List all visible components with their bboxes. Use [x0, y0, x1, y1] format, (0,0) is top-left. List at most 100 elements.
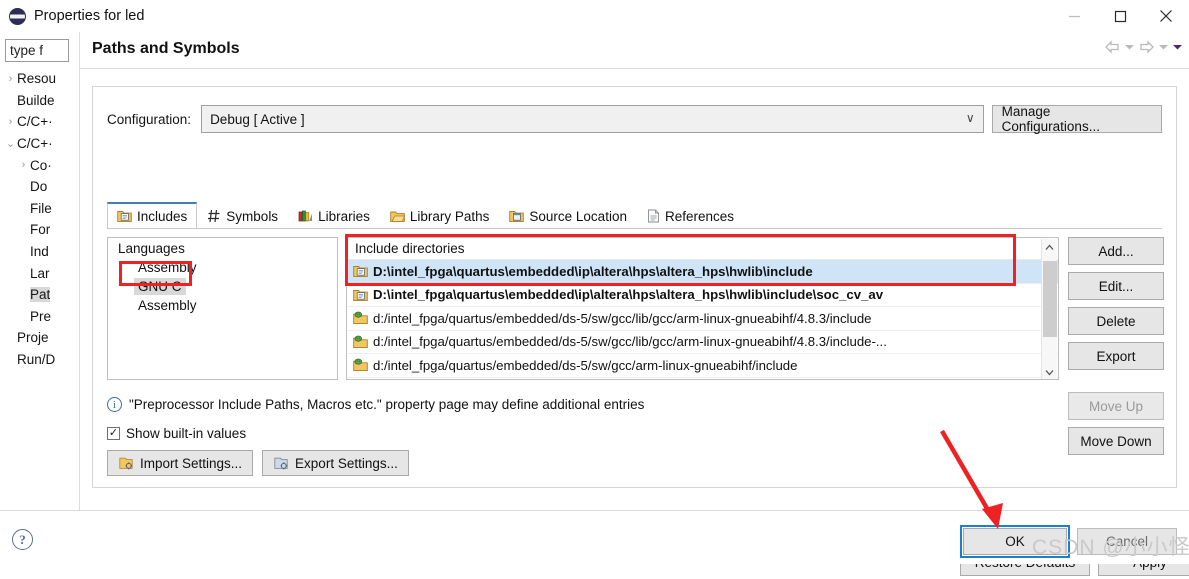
- sidebar-item-pat[interactable]: Pat: [0, 284, 79, 306]
- include-folder-icon: [117, 209, 132, 223]
- sidebar-item-label: Proje: [17, 330, 49, 346]
- sidebar-item-label: C/C+·: [17, 114, 53, 130]
- maximize-icon[interactable]: [1097, 0, 1143, 32]
- configuration-select[interactable]: Debug [ Active ] ∨: [201, 105, 984, 133]
- back-arrow-icon[interactable]: [1104, 40, 1121, 54]
- page-title: Paths and Symbols: [92, 40, 240, 57]
- include-directory-path: d:/intel_fpga/quartus/embedded/ds-5/sw/g…: [373, 310, 872, 326]
- back-dropdown-chevron-down-icon[interactable]: [1124, 43, 1135, 51]
- forward-dropdown-chevron-down-icon[interactable]: [1158, 43, 1169, 51]
- tab-source-location[interactable]: Source Location: [499, 203, 637, 229]
- sidebar-item-builde[interactable]: Builde: [0, 90, 79, 112]
- help-icon[interactable]: ?: [12, 529, 33, 550]
- tab-bar-divider: [107, 228, 1162, 229]
- sidebar-item-label: File: [30, 200, 52, 216]
- sidebar-item-label: For: [30, 222, 51, 238]
- reference-page-icon: [647, 209, 660, 223]
- builtin-folder-icon: [353, 311, 368, 325]
- import-icon: [118, 456, 134, 471]
- sidebar-item-c-c[interactable]: ⌄ C/C+·: [0, 133, 79, 155]
- include-list-vertical-scrollbar[interactable]: [1041, 239, 1057, 379]
- sidebar-item-do[interactable]: Do: [0, 176, 79, 198]
- panel-nav-icons: [1104, 40, 1183, 54]
- include-directories-list[interactable]: Include directories D:\intel_fpga\quartu…: [346, 237, 1059, 380]
- tab-label: Source Location: [529, 208, 627, 224]
- include-directory-row[interactable]: D:\intel_fpga\quartus\embedded\ip\altera…: [347, 284, 1058, 307]
- language-item[interactable]: GNU C: [108, 277, 337, 296]
- include-folder-icon: [353, 264, 368, 278]
- minimize-icon[interactable]: [1051, 0, 1097, 32]
- tab-label: Symbols: [226, 208, 279, 224]
- close-icon[interactable]: [1143, 0, 1189, 32]
- ok-button-focus-ring: [960, 525, 1070, 558]
- tab-references[interactable]: References: [637, 203, 744, 229]
- sidebar-item-co[interactable]: › Co·: [0, 154, 79, 176]
- include-directory-row[interactable]: d:/intel_fpga/quartus/embedded/ds-5/sw/g…: [347, 354, 1058, 378]
- sidebar-item-for[interactable]: For: [0, 219, 79, 241]
- delete-button[interactable]: Delete: [1068, 307, 1164, 335]
- chevron-right-icon[interactable]: ›: [4, 116, 17, 128]
- sidebar-item-resou[interactable]: › Resou: [0, 68, 79, 90]
- settings-sidebar: type f › Resou Builde › C/C+· ⌄ C/C+· › Co· Do Fil…: [0, 32, 79, 535]
- info-text: "Preprocessor Include Paths, Macros etc.…: [129, 397, 645, 412]
- tab-symbols[interactable]: Symbols: [197, 203, 288, 229]
- forward-arrow-icon[interactable]: [1138, 40, 1155, 54]
- include-directory-path: d:/intel_fpga/quartus/embedded/ds-5/sw/g…: [373, 357, 798, 373]
- info-icon: i: [107, 397, 122, 412]
- chevron-down-icon[interactable]: ⌄: [4, 137, 17, 150]
- show-builtin-values-label: Show built-in values: [126, 426, 247, 441]
- export-button[interactable]: Export: [1068, 342, 1164, 370]
- include-directory-row[interactable]: D:\intel_fpga\quartus\embedded\ip\altera…: [347, 260, 1058, 284]
- language-item-label: Assembly: [138, 298, 197, 313]
- sidebar-item-pre[interactable]: Pre: [0, 306, 79, 328]
- show-builtin-values-checkbox[interactable]: ✓ Show built-in values: [107, 426, 246, 441]
- language-item[interactable]: Assembly: [108, 258, 337, 277]
- chevron-right-icon[interactable]: ›: [4, 73, 17, 85]
- sidebar-item-file[interactable]: File: [0, 198, 79, 220]
- scroll-up-icon[interactable]: [1042, 239, 1057, 255]
- move-down-button[interactable]: Move Down: [1068, 427, 1164, 455]
- hash-icon: [207, 209, 221, 223]
- sidebar-item-label: Resou: [17, 71, 57, 87]
- configuration-row: Configuration: Debug [ Active ] ∨ Manage…: [107, 104, 1162, 134]
- language-item[interactable]: Assembly: [108, 296, 337, 315]
- filter-input[interactable]: type f: [5, 39, 69, 62]
- tab-bar: Includes Symbols Libraries Library Paths …: [107, 202, 1162, 229]
- settings-import-export-buttons: Import Settings... Export Settings...: [107, 450, 409, 476]
- tab-libraries[interactable]: Libraries: [288, 203, 380, 229]
- add-button[interactable]: Add...: [1068, 237, 1164, 265]
- title-bar: Properties for led: [0, 0, 1189, 32]
- chevron-down-icon: ∨: [965, 111, 975, 125]
- header-divider: [80, 68, 1189, 69]
- sidebar-item-label: Run/D: [17, 352, 56, 368]
- view-menu-chevron-down-icon[interactable]: [1172, 43, 1183, 51]
- sidebar-item-proje[interactable]: Proje: [0, 327, 79, 349]
- manage-configurations-button[interactable]: Manage Configurations...: [991, 104, 1162, 134]
- filter-input-value: type f: [10, 43, 44, 58]
- scroll-thumb[interactable]: [1043, 261, 1057, 337]
- folder-open-icon: [390, 209, 405, 223]
- tab-label: Library Paths: [409, 208, 490, 224]
- scroll-down-icon[interactable]: [1042, 364, 1056, 379]
- edit-button[interactable]: Edit...: [1068, 272, 1164, 300]
- include-directory-path: D:\intel_fpga\quartus\embedded\ip\altera…: [373, 263, 813, 279]
- sidebar-item-ind[interactable]: Ind: [0, 241, 79, 263]
- import-settings-button[interactable]: Import Settings...: [107, 450, 254, 476]
- settings-tree[interactable]: › Resou Builde › C/C+· ⌄ C/C+· › Co· Do File For Ind…: [0, 68, 79, 473]
- chevron-right-icon[interactable]: ›: [17, 159, 30, 171]
- configuration-value: Debug [ Active ]: [210, 111, 305, 127]
- include-directory-row[interactable]: d:/intel_fpga/quartus/embedded/ds-5/sw/g…: [347, 331, 1058, 354]
- builtin-folder-icon: [353, 335, 368, 349]
- export-settings-button[interactable]: Export Settings...: [262, 450, 409, 476]
- sidebar-item-run-d[interactable]: Run/D: [0, 349, 79, 371]
- settings-button-label: Import Settings...: [140, 455, 243, 471]
- tab-includes[interactable]: Includes: [107, 202, 198, 229]
- tab-library-paths[interactable]: Library Paths: [380, 203, 500, 229]
- sidebar-item-lar[interactable]: Lar: [0, 262, 79, 284]
- include-directory-row[interactable]: d:/intel_fpga/quartus/embedded/ds-5/sw/g…: [347, 307, 1058, 331]
- cancel-button[interactable]: Cancel: [1077, 528, 1177, 555]
- tab-label: Includes: [137, 208, 188, 224]
- languages-list[interactable]: Languages Assembly GNU C Assembly: [107, 237, 338, 380]
- sidebar-item-c-c[interactable]: › C/C+·: [0, 111, 79, 133]
- builtin-folder-icon: [353, 358, 368, 372]
